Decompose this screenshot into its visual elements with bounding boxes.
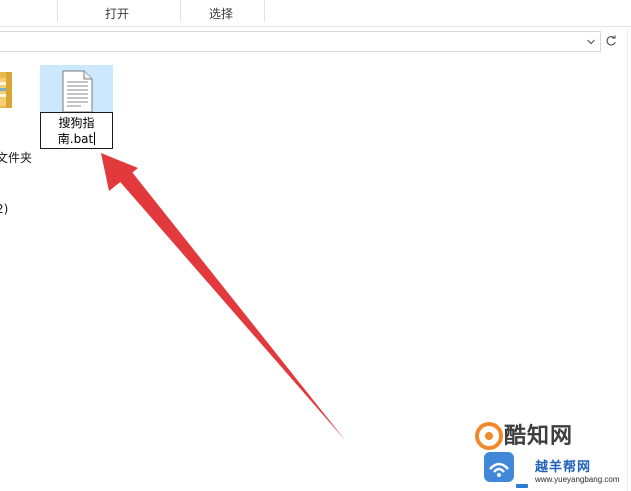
arrow-shaft bbox=[108, 162, 345, 440]
chevron-down-icon[interactable] bbox=[583, 33, 599, 50]
watermark-site-url: www.yueyangbang.com bbox=[535, 475, 620, 484]
rename-text-line2-wrap: 南.bat bbox=[41, 131, 112, 147]
refresh-icon[interactable] bbox=[601, 31, 621, 52]
rename-text-line1: 搜狗指 bbox=[58, 116, 95, 130]
folder-label-line1: 文件夹 bbox=[0, 151, 33, 165]
rename-input[interactable]: 搜狗指 南.bat bbox=[40, 112, 113, 149]
folder-label-line2: 2) bbox=[0, 202, 9, 216]
ribbon-group-open: 打开 bbox=[105, 7, 130, 21]
text-document-icon bbox=[59, 70, 95, 114]
text-caret bbox=[94, 132, 96, 145]
ribbon-group-labels: 打开 选择 bbox=[0, 0, 631, 27]
arrow-head bbox=[101, 153, 138, 191]
folder-label[interactable]: 文件夹 2) bbox=[0, 116, 36, 252]
rename-text-line2: 南.bat bbox=[57, 132, 94, 146]
ribbon-group-select: 选择 bbox=[209, 7, 234, 21]
watermark-site-name: 越羊帮网 bbox=[535, 460, 592, 475]
folder-icon[interactable] bbox=[0, 68, 14, 110]
watermark-logo-text: 酷知网 bbox=[504, 424, 574, 449]
ribbon-separator bbox=[180, 0, 181, 22]
file-explorer-window: 打开 选择 文件夹 2) bbox=[0, 0, 631, 491]
ribbon-separator bbox=[57, 0, 58, 22]
ribbon-separator bbox=[264, 0, 265, 22]
file-item-selected[interactable]: 搜狗指 南.bat bbox=[40, 65, 113, 149]
address-bar[interactable] bbox=[0, 31, 601, 52]
